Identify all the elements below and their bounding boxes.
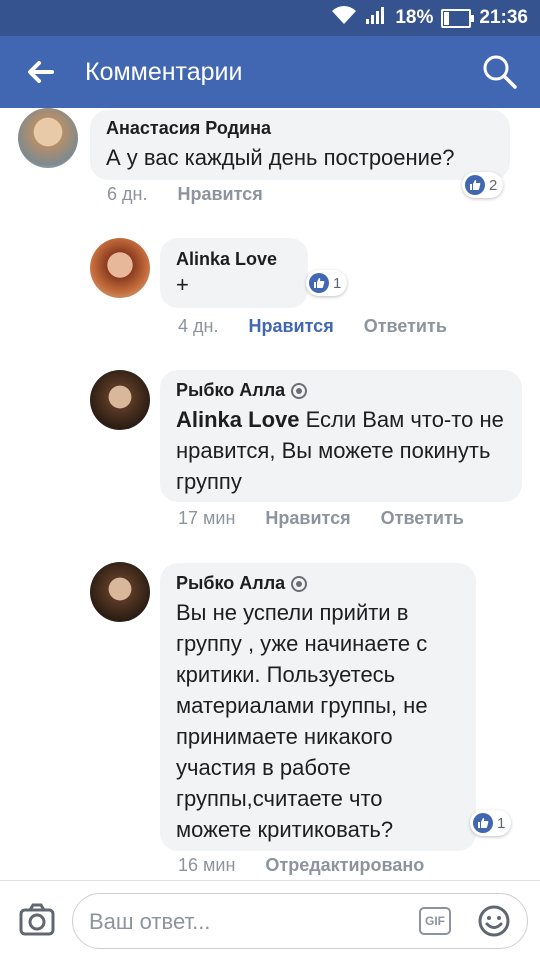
comment-bubble: Рыбко Алла Alinka Love Если Вам что-то н…: [160, 370, 522, 502]
arrow-left-icon[interactable]: [22, 54, 58, 90]
gif-button[interactable]: GIF: [419, 907, 451, 935]
avatar[interactable]: [90, 562, 150, 622]
camera-icon[interactable]: [18, 901, 56, 939]
comment-bubble: Рыбко Алла Вы не успели прийти в группу …: [160, 563, 476, 851]
comment-text: А у вас каждый день построение?: [106, 145, 455, 170]
avatar[interactable]: [90, 370, 150, 430]
author-name: Рыбко Алла: [176, 573, 286, 593]
reply-button[interactable]: Ответить: [381, 508, 464, 529]
signal-icon: [365, 5, 387, 31]
comment-time: 6 дн.: [107, 184, 148, 204]
page-title: Комментарии: [85, 58, 243, 86]
avatar[interactable]: [18, 108, 78, 168]
comment-meta: 6 дн. Нравится: [107, 184, 263, 205]
wifi-icon: [331, 5, 357, 31]
comment-author[interactable]: Рыбко Алла: [176, 573, 460, 594]
comment-time: 4 дн.: [178, 316, 219, 336]
reaction-count-value: 1: [333, 274, 342, 292]
reaction-count[interactable]: 1: [306, 270, 348, 296]
comment-text: Alinka Love Если Вам что-то не нравится,…: [176, 404, 506, 497]
comment-bubble: Анастасия Родина А у вас каждый день пос…: [90, 110, 510, 180]
battery-percent: 18%: [395, 7, 434, 28]
like-button[interactable]: Нравится: [177, 184, 262, 205]
reply-composer: GIF: [0, 880, 540, 961]
avatar[interactable]: [90, 238, 150, 298]
thumbs-up-icon: [309, 273, 329, 293]
admin-badge-icon: [291, 382, 308, 399]
comment-meta: 17 мин Нравится Ответить: [178, 508, 464, 529]
mention-link[interactable]: Alinka Love: [176, 407, 299, 432]
comment-meta: 16 мин Отредактировано: [178, 855, 424, 876]
reply-input[interactable]: [87, 902, 411, 942]
edited-label[interactable]: Отредактировано: [265, 855, 424, 876]
like-button[interactable]: Нравится: [265, 508, 350, 529]
author-name: Рыбко Алла: [176, 380, 286, 400]
comment-meta: 4 дн. Нравится Ответить: [178, 316, 447, 337]
like-button[interactable]: Нравится: [248, 316, 333, 337]
reaction-count-value: 1: [497, 814, 506, 832]
reaction-count[interactable]: 2: [462, 172, 504, 198]
comment-bubble: Alinka Love +: [160, 238, 308, 308]
reply-input-container: GIF: [72, 893, 528, 949]
comment-text: Вы не успели прийти в группу , уже начин…: [176, 600, 428, 842]
search-icon[interactable]: [480, 52, 520, 92]
admin-badge-icon: [291, 575, 308, 592]
comment-text: +: [176, 272, 189, 297]
comment-author[interactable]: Анастасия Родина: [106, 118, 494, 139]
comment-time: 17 мин: [178, 508, 236, 528]
comment-author[interactable]: Рыбко Алла: [176, 380, 506, 401]
comment-author[interactable]: Alinka Love: [176, 249, 292, 270]
thumbs-up-icon: [473, 813, 493, 833]
reply-button[interactable]: Ответить: [364, 316, 447, 337]
app-bar: Комментарии: [0, 36, 540, 108]
reaction-count[interactable]: 1: [470, 810, 512, 836]
thumbs-up-icon: [465, 175, 485, 195]
battery-icon: [441, 8, 475, 28]
status-bar: 18% 21:36: [0, 0, 540, 36]
reaction-count-value: 2: [489, 176, 498, 194]
comment-time: 16 мин: [178, 855, 236, 875]
emoji-icon[interactable]: [477, 904, 511, 938]
clock: 21:36: [479, 7, 528, 28]
